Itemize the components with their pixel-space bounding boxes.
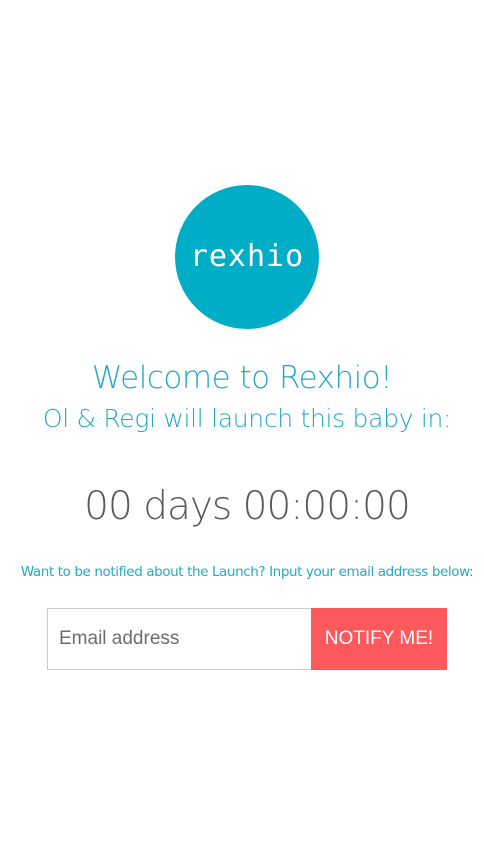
page-title: Welcome to Rexhio! [91,360,393,396]
page-subtitle: Ol & Regi will launch this baby in: [42,404,452,433]
countdown-timer: 00 days 00:00:00 [84,484,411,529]
notify-prompt: Want to be notified about the Launch? In… [20,564,474,580]
email-input[interactable] [47,608,311,670]
notify-form: NOTIFY ME! [47,608,447,670]
rexhio-logo: rexhio [175,185,319,329]
notify-me-button[interactable]: NOTIFY ME! [311,608,447,670]
logo-text: rexhio [189,238,305,274]
